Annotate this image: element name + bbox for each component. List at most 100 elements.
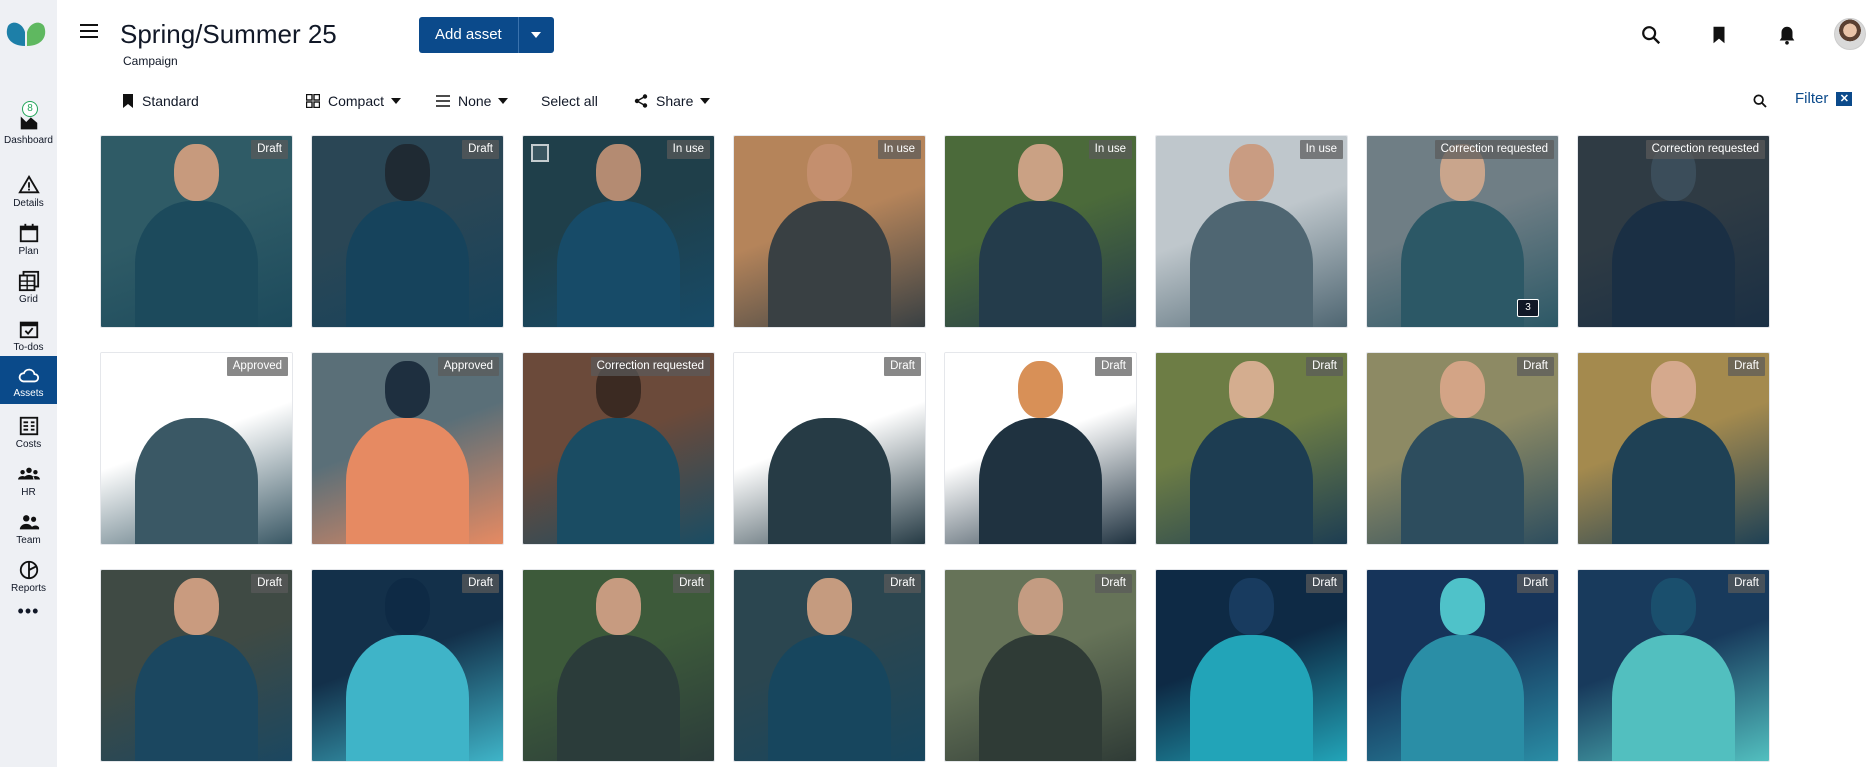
filter-button[interactable]: Filter ✕	[1795, 90, 1853, 107]
nav-item-details[interactable]: Details	[0, 170, 57, 218]
asset-card[interactable]: In use	[1155, 135, 1348, 328]
chevron-down-icon	[700, 98, 711, 104]
asset-card[interactable]: In use	[944, 135, 1137, 328]
asset-card[interactable]: Draft	[733, 352, 926, 545]
garment-shape	[1401, 417, 1524, 544]
asset-card[interactable]: Draft	[100, 135, 293, 328]
asset-grid: Draft Draft In use In use In use In use Correc…	[100, 135, 1780, 767]
nav-label: Grid	[19, 294, 38, 305]
nav-label: Assets	[13, 388, 44, 399]
asset-card[interactable]: Draft	[1577, 352, 1770, 545]
garment-shape	[1190, 200, 1313, 327]
add-asset-dropdown-toggle[interactable]	[517, 17, 554, 53]
asset-card[interactable]: In use	[733, 135, 926, 328]
garment-shape	[135, 634, 258, 761]
nav-item-assets[interactable]: Assets	[0, 356, 57, 404]
garment-shape	[346, 200, 469, 327]
garment-shape	[1401, 200, 1524, 327]
warning-triangle-icon	[17, 174, 40, 194]
nav-item-grid[interactable]: Grid	[0, 266, 57, 314]
garment-shape	[1612, 417, 1735, 544]
asset-card[interactable]: Draft	[100, 569, 293, 762]
density-dropdown[interactable]: Compact	[306, 90, 402, 112]
asset-card[interactable]: Draft	[1366, 352, 1559, 545]
notification-bell-icon[interactable]	[1776, 24, 1798, 46]
garment-shape	[557, 417, 680, 544]
asset-status-badge: Draft	[884, 357, 921, 376]
garment-shape	[135, 200, 258, 327]
asset-status-badge: In use	[1299, 140, 1343, 159]
asset-card[interactable]: Draft	[1155, 569, 1348, 762]
nav-item-plan[interactable]: Plan	[0, 218, 57, 266]
nav-more-button[interactable]: •••	[0, 602, 57, 624]
asset-status-badge: In use	[1088, 140, 1132, 159]
nav-label: To-dos	[13, 342, 44, 353]
model-head-shape	[595, 143, 642, 201]
garment-shape	[135, 417, 258, 544]
model-head-shape	[384, 577, 431, 635]
garment-shape	[1401, 634, 1524, 761]
asset-card[interactable]: Approved	[100, 352, 293, 545]
asset-card[interactable]: Correction requested 3	[1366, 135, 1559, 328]
model-head-shape	[1439, 360, 1486, 418]
select-all-button[interactable]: Select all	[541, 90, 598, 112]
garment-shape	[979, 200, 1102, 327]
nav-item-hr[interactable]: HR	[0, 459, 57, 507]
view-standard-button[interactable]: Standard	[122, 90, 199, 112]
nav-label: Reports	[10, 583, 46, 594]
hamburger-menu-icon[interactable]	[80, 24, 98, 38]
model-head-shape	[1017, 577, 1064, 635]
model-head-shape	[1228, 360, 1275, 418]
share-label: Share	[656, 93, 694, 109]
asset-card[interactable]: Draft	[522, 569, 715, 762]
model-head-shape	[1228, 143, 1275, 201]
asset-card[interactable]: Draft	[1366, 569, 1559, 762]
asset-status-badge: Draft	[462, 140, 499, 159]
garment-shape	[557, 634, 680, 761]
garment-shape	[979, 417, 1102, 544]
clear-filter-icon[interactable]: ✕	[1836, 91, 1853, 106]
asset-card[interactable]: Draft	[311, 135, 504, 328]
user-avatar[interactable]	[1834, 18, 1866, 50]
garment-shape	[1190, 417, 1313, 544]
nav-item-reports[interactable]: Reports	[0, 555, 57, 603]
left-nav-rail: 8 Dashboard Details Plan Grid To-dos Ass…	[0, 0, 57, 767]
asset-card[interactable]: Correction requested	[522, 352, 715, 545]
asset-status-badge: Draft	[1306, 574, 1343, 593]
nav-item-todos[interactable]: To-dos	[0, 314, 57, 362]
asset-card[interactable]: Draft	[1577, 569, 1770, 762]
model-head-shape	[806, 360, 853, 418]
comment-count-badge[interactable]: 3	[1517, 299, 1539, 317]
share-dropdown[interactable]: Share	[634, 90, 711, 112]
asset-card[interactable]: Draft	[1155, 352, 1348, 545]
asset-card[interactable]: In use	[522, 135, 715, 328]
app-logo-icon[interactable]	[4, 18, 48, 48]
asset-card[interactable]: Approved	[311, 352, 504, 545]
bookmark-icon[interactable]	[1708, 24, 1730, 46]
nav-item-team[interactable]: Team	[0, 507, 57, 555]
asset-card[interactable]: Draft	[944, 352, 1137, 545]
bookmark-icon	[123, 94, 133, 108]
asset-card[interactable]: Draft	[311, 569, 504, 762]
add-asset-button[interactable]: Add asset	[419, 17, 518, 53]
model-head-shape	[1228, 577, 1275, 635]
search-icon[interactable]	[1752, 93, 1768, 109]
model-head-shape	[173, 360, 220, 418]
todo-calendar-icon	[19, 321, 38, 339]
nav-label: Costs	[15, 439, 42, 450]
asset-status-badge: Draft	[251, 574, 288, 593]
model-head-shape	[173, 143, 220, 201]
nav-item-dashboard[interactable]: 8 Dashboard	[0, 101, 57, 155]
asset-card[interactable]: Draft	[944, 569, 1137, 762]
asset-card[interactable]: Correction requested	[1577, 135, 1770, 328]
model-head-shape	[384, 360, 431, 418]
asset-card[interactable]: Draft	[733, 569, 926, 762]
asset-status-badge: Correction requested	[1645, 140, 1765, 159]
asset-select-checkbox[interactable]	[531, 144, 549, 162]
garment-shape	[346, 417, 469, 544]
nav-item-costs[interactable]: Costs	[0, 411, 57, 459]
model-head-shape	[1650, 360, 1697, 418]
model-head-shape	[173, 577, 220, 635]
search-icon[interactable]	[1640, 24, 1662, 46]
group-by-dropdown[interactable]: None	[436, 90, 509, 112]
